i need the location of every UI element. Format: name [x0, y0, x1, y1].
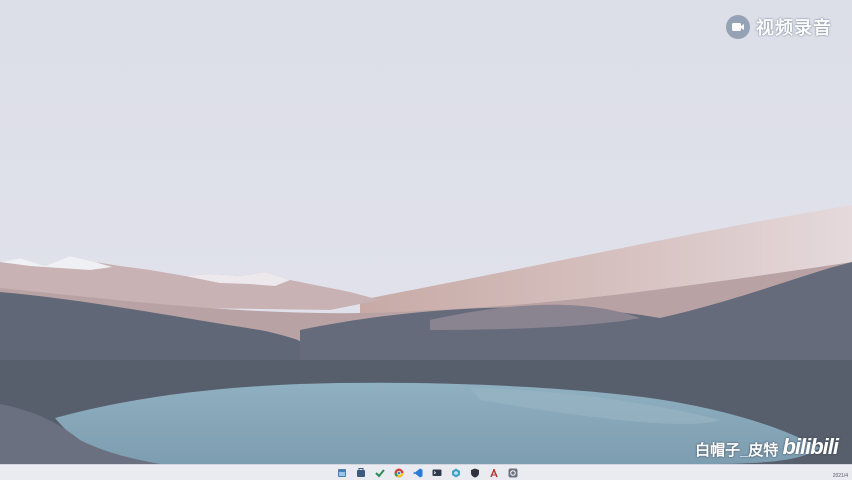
store-icon[interactable]: [355, 467, 367, 479]
taskbar: 2021/4: [0, 464, 852, 480]
camera-logo-icon: [726, 15, 750, 39]
recorder-watermark-text: 视频录音: [756, 18, 832, 38]
taskbar-pinned-apps: [336, 465, 519, 480]
bilibili-logo: bilibili: [782, 434, 839, 459]
desktop-wallpaper: [0, 0, 852, 464]
desktop: 视频录音 白帽子_皮特 bilibili 2021/4: [0, 0, 852, 480]
app-icon[interactable]: [450, 467, 462, 479]
todo-check-icon[interactable]: [374, 467, 386, 479]
pdf-icon[interactable]: [488, 467, 500, 479]
shield-icon[interactable]: [469, 467, 481, 479]
uploader-name: 白帽子_皮特: [695, 442, 779, 459]
chrome-icon[interactable]: [393, 467, 405, 479]
bilibili-watermark: 白帽子_皮特 bilibili: [695, 434, 839, 460]
system-clock[interactable]: 2021/4: [833, 473, 848, 479]
file-explorer-icon[interactable]: [336, 467, 348, 479]
screen-recorder-watermark: 视频录音: [726, 14, 832, 40]
settings-icon[interactable]: [507, 467, 519, 479]
vscode-icon[interactable]: [412, 467, 424, 479]
terminal-icon[interactable]: [431, 467, 443, 479]
